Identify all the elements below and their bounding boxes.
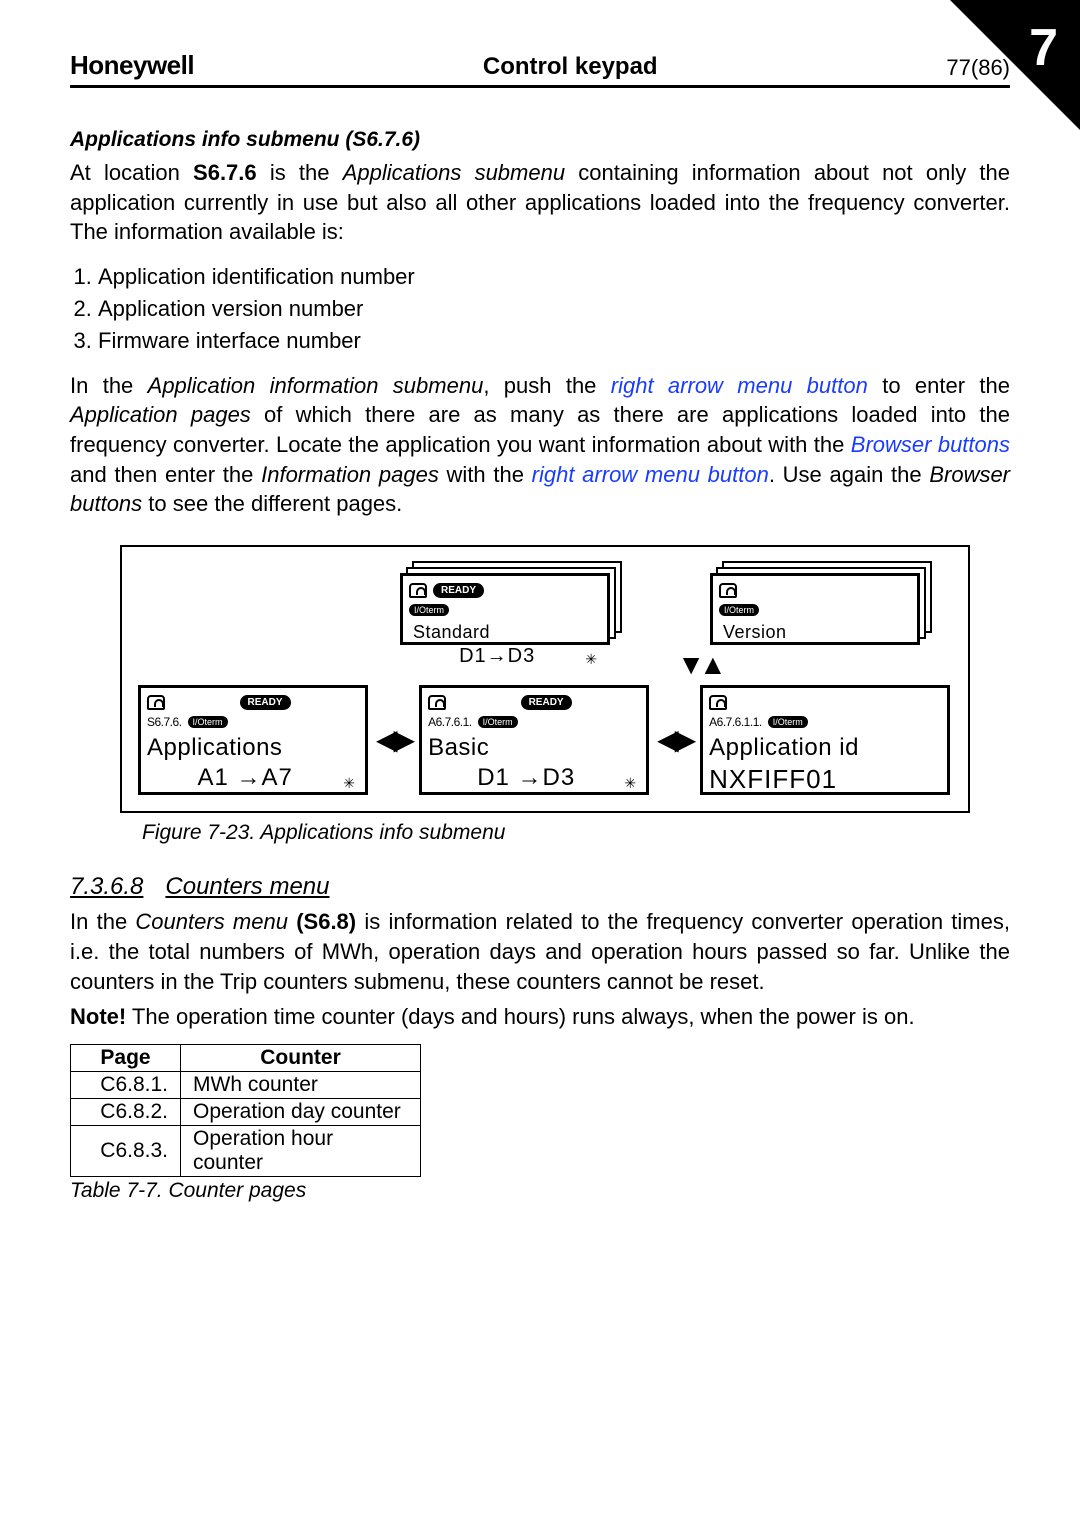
- cell-counter: Operation hour counter: [181, 1125, 421, 1176]
- counter-pages-table: Page Counter C6.8.1. MWh counter C6.8.2.…: [70, 1044, 421, 1177]
- rotation-icon: [719, 583, 737, 598]
- submenu-name: Applications submenu: [343, 160, 565, 185]
- text: and then enter the: [70, 462, 261, 487]
- lcd-applications: READY S6.7.6. I/Oterm Applications A1 →A7…: [138, 685, 368, 795]
- button-ref: right arrow menu button: [532, 462, 769, 487]
- cell-page: C6.8.2.: [71, 1098, 181, 1125]
- text: At location: [70, 160, 193, 185]
- text: . Use again the: [769, 462, 930, 487]
- rotation-icon: [409, 583, 427, 598]
- info-list: Application identification number Applic…: [98, 261, 1010, 357]
- lcd-range: D1 →D3: [428, 764, 624, 792]
- cell-page: C6.8.3.: [71, 1125, 181, 1176]
- ast-icon: ✳: [343, 775, 359, 792]
- text: is the: [257, 160, 343, 185]
- page-header: Honeywell Control keypad 77(86): [70, 50, 1010, 88]
- ast-icon: ✳: [585, 651, 601, 668]
- table-row: C6.8.3. Operation hour counter: [71, 1125, 421, 1176]
- figure-caption: Figure 7-23. Applications info submenu: [142, 821, 1010, 845]
- brand-logo: Honeywell: [70, 50, 194, 81]
- lcd-text: Application id: [709, 734, 941, 762]
- table-header: Counter: [181, 1044, 421, 1071]
- table-row: C6.8.1. MWh counter: [71, 1071, 421, 1098]
- ioterm-badge: I/Oterm: [409, 604, 449, 616]
- text: to enter the: [868, 373, 1010, 398]
- note-paragraph: Note! The operation time counter (days a…: [70, 1002, 1010, 1032]
- lcd-version: I/Oterm Version: [710, 561, 930, 645]
- section-number: 7.3.6.8: [70, 873, 143, 900]
- cell-counter: MWh counter: [181, 1071, 421, 1098]
- note-label: Note!: [70, 1004, 126, 1029]
- lcd-code: A6.7.6.1.1.: [709, 715, 762, 729]
- ioterm-badge: I/Oterm: [188, 716, 228, 728]
- text: to see the different pages.: [142, 491, 402, 516]
- lcd-code: S6.7.6.: [147, 715, 182, 729]
- ready-badge: READY: [433, 583, 484, 598]
- ready-badge: READY: [521, 695, 572, 710]
- lcd-basic: READY A6.7.6.1. I/Oterm Basic D1 →D3✳: [419, 685, 649, 795]
- rotation-icon: [709, 695, 727, 710]
- list-item: Firmware interface number: [98, 325, 1010, 357]
- intro-paragraph: At location S6.7.6 is the Applications s…: [70, 158, 1010, 247]
- location-code: S6.7.6: [193, 160, 257, 185]
- nav-paragraph: In the Application information submenu, …: [70, 371, 1010, 519]
- cell-counter: Operation day counter: [181, 1098, 421, 1125]
- left-right-arrows-icon: ◀▶: [655, 726, 694, 754]
- section-heading: 7.3.6.8 Counters menu: [70, 873, 1010, 901]
- lcd-code: A6.7.6.1.: [428, 715, 472, 729]
- lcd-text: Applications: [147, 734, 359, 762]
- list-item: Application identification number: [98, 261, 1010, 293]
- pages-ref: Information pages: [261, 462, 439, 487]
- text: with the: [439, 462, 532, 487]
- text: , push the: [483, 373, 610, 398]
- counters-paragraph: In the Counters menu (S6.8) is informati…: [70, 907, 1010, 996]
- section-title: Counters menu: [165, 873, 329, 900]
- text: The operation time counter (days and hou…: [126, 1004, 914, 1029]
- cell-page: C6.8.1.: [71, 1071, 181, 1098]
- header-title: Control keypad: [194, 53, 946, 81]
- left-right-arrows-icon: ◀▶: [374, 726, 413, 754]
- rotation-icon: [147, 695, 165, 710]
- ioterm-badge: I/Oterm: [478, 716, 518, 728]
- table-row: C6.8.2. Operation day counter: [71, 1098, 421, 1125]
- lcd-navigation-diagram: READY I/Oterm Standard D1→D3✳ I/Oterm Ve…: [120, 545, 970, 813]
- lcd-text: Version: [723, 622, 911, 643]
- lcd-value: NXFIFF01: [709, 764, 941, 795]
- button-ref: right arrow menu button: [611, 373, 868, 398]
- menu-ref: Counters menu: [135, 909, 288, 934]
- lcd-text: Standard: [413, 622, 601, 643]
- chapter-corner: [950, 0, 1080, 130]
- lcd-standard: READY I/Oterm Standard D1→D3✳: [400, 561, 620, 645]
- text: In the: [70, 373, 148, 398]
- table-caption: Table 7-7. Counter pages: [70, 1179, 1010, 1203]
- submenu-ref: Application information submenu: [148, 373, 484, 398]
- list-item: Application version number: [98, 293, 1010, 325]
- text: In the: [70, 909, 135, 934]
- chapter-number: 7: [1029, 18, 1058, 78]
- location-code: (S6.8): [288, 909, 356, 934]
- rotation-icon: [428, 695, 446, 710]
- pages-ref: Application pages: [70, 402, 251, 427]
- lcd-range: D1→D3: [409, 645, 585, 668]
- lcd-text: Basic: [428, 734, 640, 762]
- lcd-application-id: A6.7.6.1.1. I/Oterm Application id NXFIFF…: [700, 685, 950, 795]
- subsection-heading: Applications info submenu (S6.7.6): [70, 128, 1010, 152]
- ioterm-badge: I/Oterm: [719, 604, 759, 616]
- button-ref: Browser buttons: [851, 432, 1010, 457]
- ast-icon: ✳: [624, 775, 640, 792]
- ready-badge: READY: [240, 695, 291, 710]
- ioterm-badge: I/Oterm: [768, 716, 808, 728]
- lcd-range: A1 →A7: [147, 764, 343, 792]
- table-header: Page: [71, 1044, 181, 1071]
